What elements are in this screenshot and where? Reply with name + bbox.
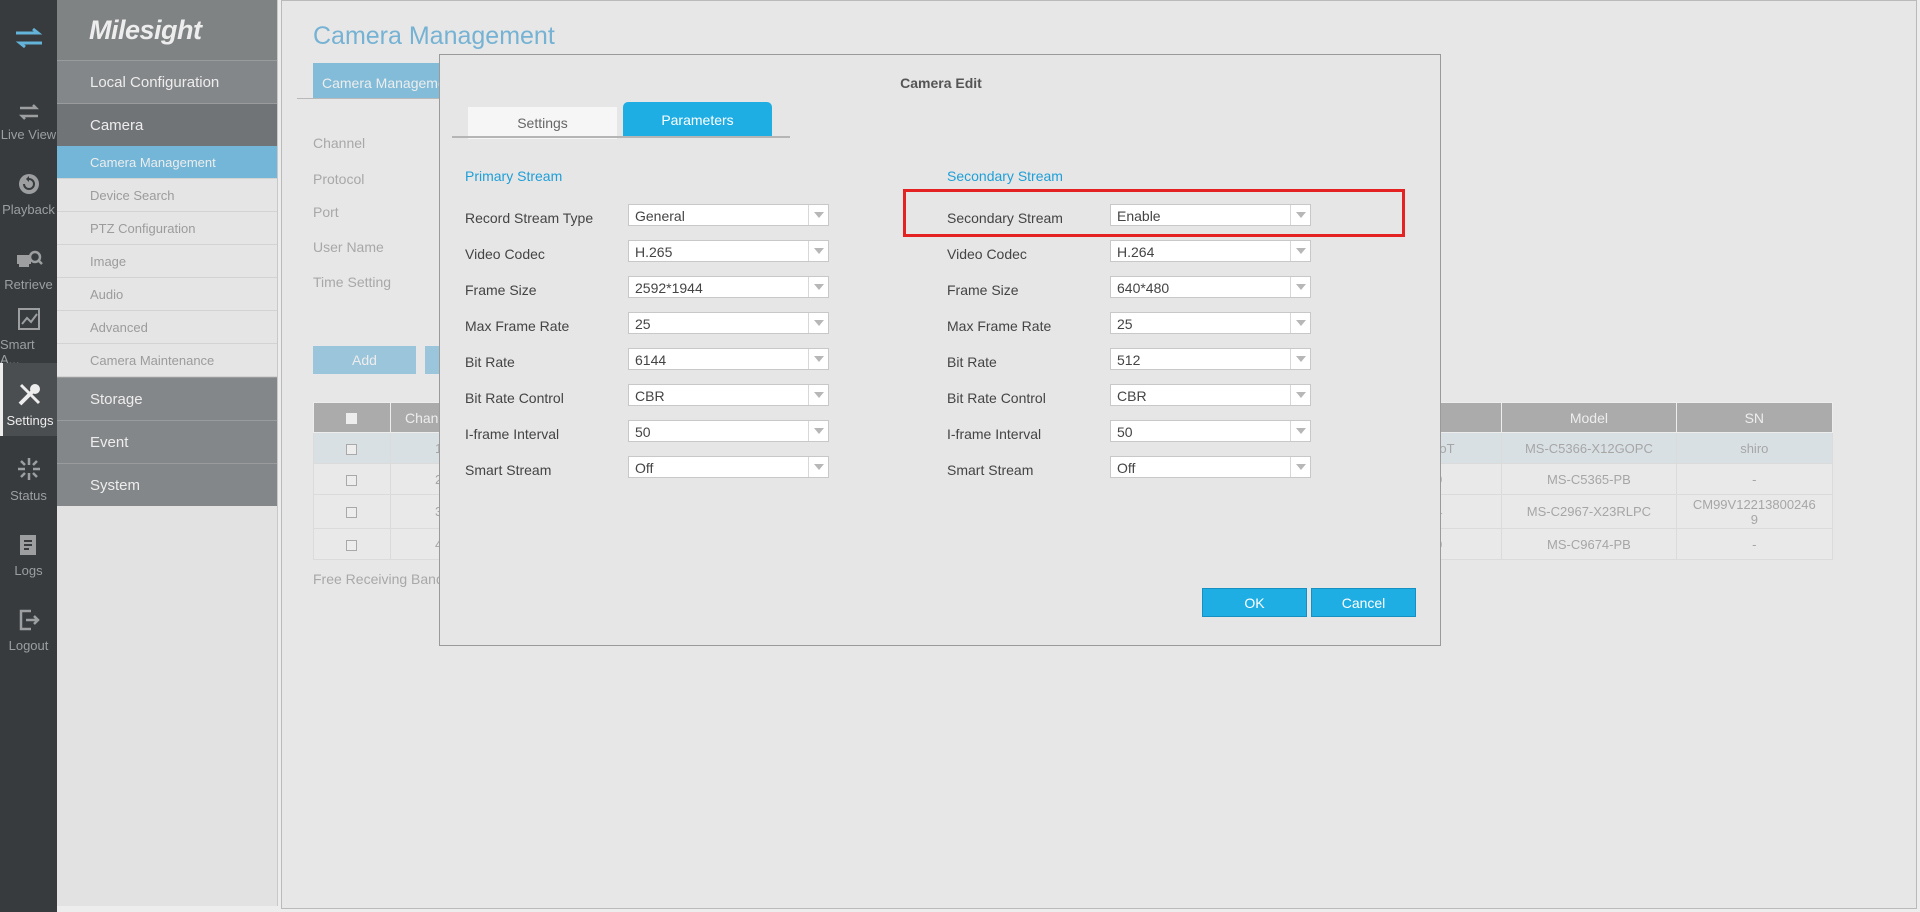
select-value: CBR (1117, 388, 1147, 404)
ok-button[interactable]: OK (1202, 588, 1307, 617)
chevron-down-icon (808, 277, 828, 297)
secondary-stream-heading: Secondary Stream (947, 168, 1063, 184)
chevron-down-icon (808, 457, 828, 477)
cancel-button[interactable]: Cancel (1311, 588, 1416, 617)
select-value: 6144 (635, 352, 667, 368)
chevron-down-icon (1290, 277, 1310, 297)
smart-stream-label: Smart Stream (947, 462, 1034, 478)
iframe-interval-label: I-frame Interval (465, 426, 560, 442)
max-frame-rate-label: Max Frame Rate (465, 318, 570, 334)
tab-underline (452, 136, 790, 138)
dialog-title: Camera Edit (900, 75, 982, 91)
select-value: General (635, 208, 685, 224)
max-frame-rate-label: Max Frame Rate (947, 318, 1052, 334)
select-value: Off (1117, 460, 1136, 476)
video-codec-label: Video Codec (947, 246, 1027, 262)
chevron-down-icon (808, 241, 828, 261)
record-stream-type-select[interactable]: General (628, 204, 829, 226)
secondary-bit-rate-control-select[interactable]: CBR (1110, 384, 1311, 406)
secondary-iframe-interval-select[interactable]: 50 (1110, 420, 1311, 442)
chevron-down-icon (808, 349, 828, 369)
select-value: 640*480 (1117, 280, 1170, 296)
select-value: 50 (635, 424, 651, 440)
frame-size-label: Frame Size (465, 282, 537, 298)
chevron-down-icon (808, 205, 828, 225)
secondary-smart-stream-select[interactable]: Off (1110, 456, 1311, 478)
chevron-down-icon (808, 385, 828, 405)
bit-rate-control-label: Bit Rate Control (947, 390, 1046, 406)
chevron-down-icon (1290, 385, 1310, 405)
select-value: CBR (635, 388, 665, 404)
select-value: 2592*1944 (635, 280, 703, 296)
secondary-frame-size-select[interactable]: 640*480 (1110, 276, 1311, 298)
chevron-down-icon (808, 421, 828, 441)
select-value: 50 (1117, 424, 1133, 440)
select-value: H.264 (1117, 244, 1155, 260)
frame-size-label: Frame Size (947, 282, 1019, 298)
select-value: Off (635, 460, 654, 476)
chevron-down-icon (808, 313, 828, 333)
video-codec-label: Video Codec (465, 246, 545, 262)
bit-rate-control-label: Bit Rate Control (465, 390, 564, 406)
iframe-interval-label: I-frame Interval (947, 426, 1042, 442)
chevron-down-icon (1290, 457, 1310, 477)
camera-edit-dialog: Camera Edit Settings Parameters Primary … (439, 54, 1441, 646)
tab-parameters[interactable]: Parameters (623, 102, 772, 137)
record-stream-type-label: Record Stream Type (465, 210, 594, 226)
secondary-video-codec-select[interactable]: H.264 (1110, 240, 1311, 262)
secondary-bit-rate-select[interactable]: 512 (1110, 348, 1311, 370)
primary-max-frame-rate-select[interactable]: 25 (628, 312, 829, 334)
bit-rate-label: Bit Rate (465, 354, 515, 370)
tab-settings[interactable]: Settings (468, 107, 617, 139)
chevron-down-icon (1290, 421, 1310, 441)
secondary-stream-highlight (903, 189, 1405, 237)
chevron-down-icon (1290, 313, 1310, 333)
primary-stream-heading: Primary Stream (465, 168, 563, 184)
primary-bit-rate-control-select[interactable]: CBR (628, 384, 829, 406)
bit-rate-label: Bit Rate (947, 354, 997, 370)
primary-frame-size-select[interactable]: 2592*1944 (628, 276, 829, 298)
chevron-down-icon (1290, 241, 1310, 261)
secondary-max-frame-rate-select[interactable]: 25 (1110, 312, 1311, 334)
primary-smart-stream-select[interactable]: Off (628, 456, 829, 478)
select-value: H.265 (635, 244, 673, 260)
primary-bit-rate-select[interactable]: 6144 (628, 348, 829, 370)
primary-video-codec-select[interactable]: H.265 (628, 240, 829, 262)
chevron-down-icon (1290, 349, 1310, 369)
smart-stream-label: Smart Stream (465, 462, 552, 478)
select-value: 25 (1117, 316, 1133, 332)
primary-iframe-interval-select[interactable]: 50 (628, 420, 829, 442)
select-value: 512 (1117, 352, 1141, 368)
select-value: 25 (635, 316, 651, 332)
